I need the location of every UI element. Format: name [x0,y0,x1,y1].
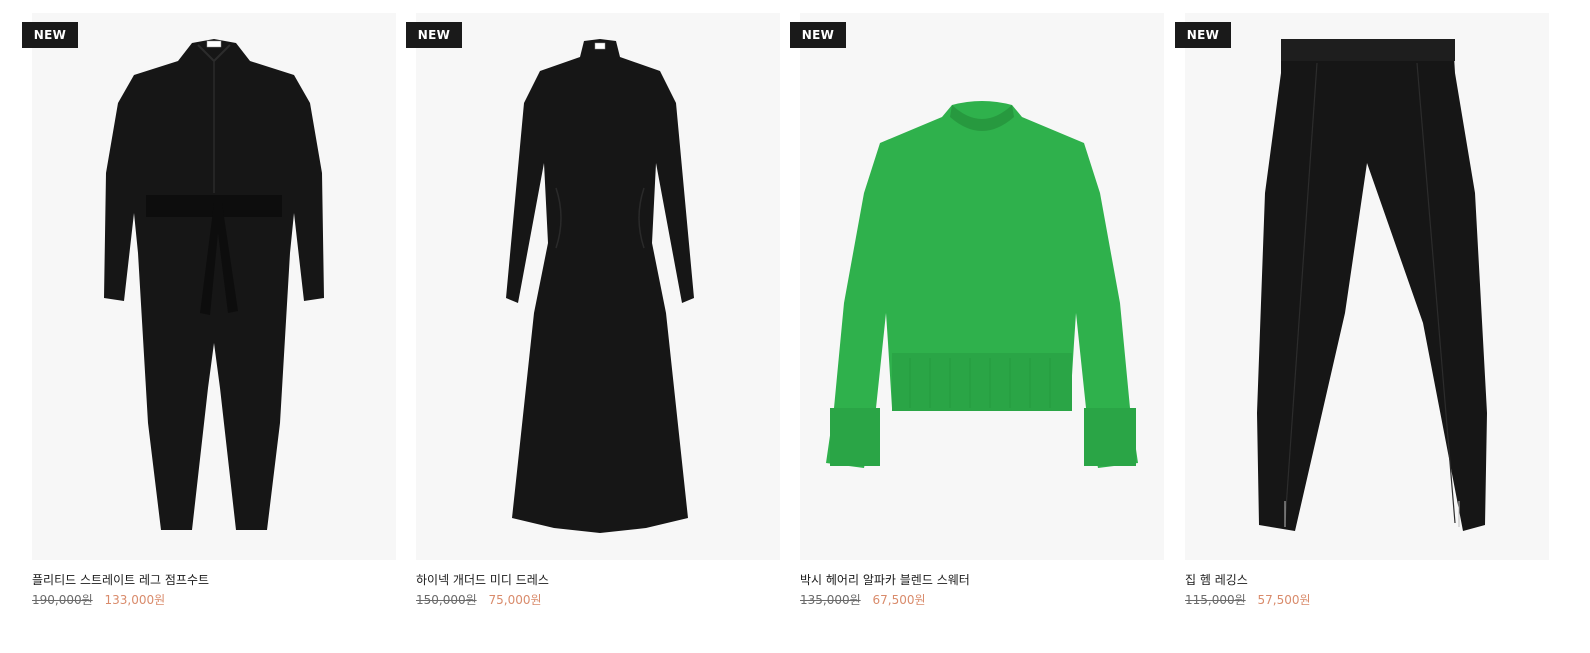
product-grid: NEW 플리티드 스트레이트 레그 점프수트 190,000원 133,000원… [0,0,1590,653]
product-card[interactable]: NEW 플리티드 스트레이트 레그 점프수트 190,000원 133,000원 [0,0,396,653]
jumpsuit-illustration [104,39,324,530]
original-price: 150,000원 [416,593,477,607]
product-price: 135,000원 67,500원 [800,592,926,608]
new-badge: NEW [1175,22,1231,48]
original-price: 115,000원 [1185,593,1246,607]
product-price: 115,000원 57,500원 [1185,592,1311,608]
sale-price: 133,000원 [104,593,166,607]
product-card[interactable]: NEW 박시 헤어리 알파카 블렌드 스웨터 135,000원 67,500원 [768,0,1164,653]
leggings-illustration [1257,39,1487,531]
product-name[interactable]: 하이넥 개더드 미디 드레스 [416,572,776,588]
new-badge: NEW [790,22,846,48]
product-image[interactable] [32,13,396,560]
original-price: 135,000원 [800,593,861,607]
new-badge: NEW [406,22,462,48]
product-price: 190,000원 133,000원 [32,592,165,608]
product-card[interactable]: NEW 집 헴 레깅스 115,000원 57,500원 [1153,0,1549,653]
product-image[interactable] [416,13,780,560]
product-image[interactable] [800,13,1164,560]
new-badge: NEW [22,22,78,48]
product-price: 150,000원 75,000원 [416,592,542,608]
product-name[interactable]: 플리티드 스트레이트 레그 점프수트 [32,572,392,588]
dress-illustration [506,39,694,533]
product-name[interactable]: 집 헴 레깅스 [1185,572,1545,588]
product-image[interactable] [1185,13,1549,560]
sweater-illustration [826,101,1138,468]
product-name[interactable]: 박시 헤어리 알파카 블렌드 스웨터 [800,572,1160,588]
sale-price: 57,500원 [1257,593,1311,607]
product-card[interactable]: NEW 하이넥 개더드 미디 드레스 150,000원 75,000원 [384,0,780,653]
sale-price: 75,000원 [488,593,542,607]
sale-price: 67,500원 [872,593,926,607]
original-price: 190,000원 [32,593,93,607]
